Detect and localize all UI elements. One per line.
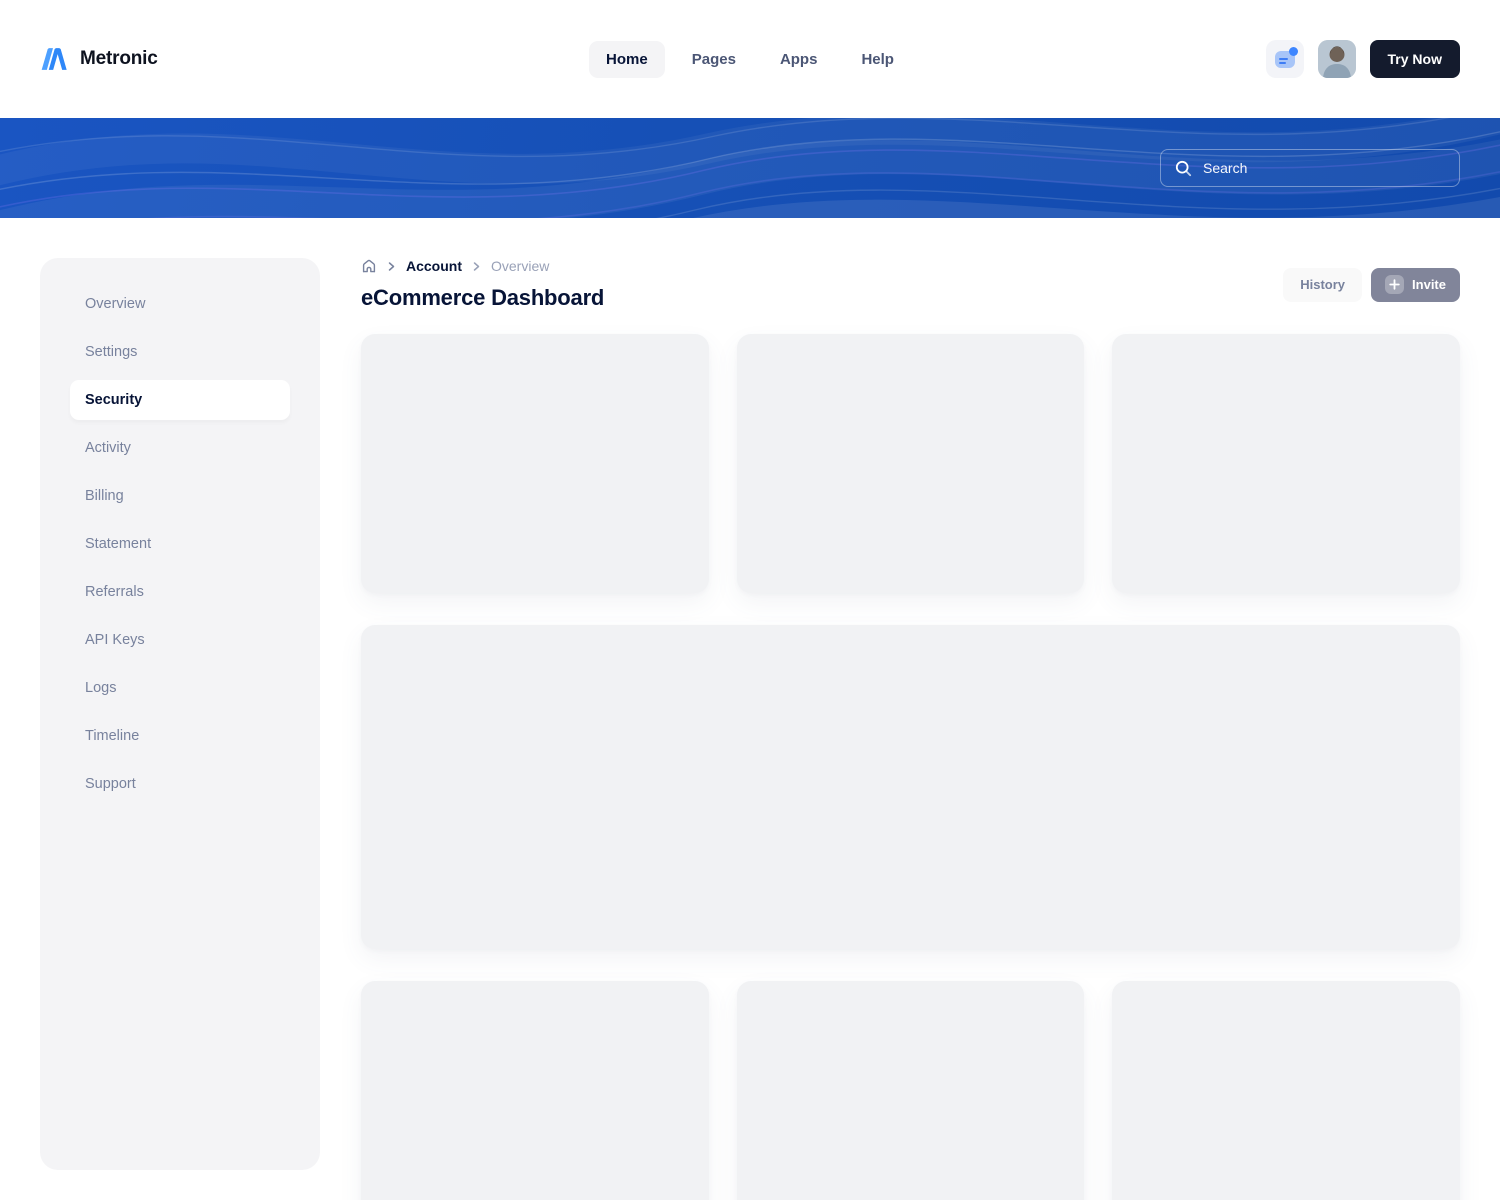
search-icon (1175, 160, 1192, 177)
breadcrumb: Account Overview (361, 258, 604, 274)
sidebar-item-billing[interactable]: Billing (70, 476, 290, 516)
avatar[interactable] (1318, 40, 1356, 78)
nav-help[interactable]: Help (844, 41, 911, 78)
main-panel: Account Overview eCommerce Dashboard His… (361, 258, 1460, 1200)
search-box[interactable] (1160, 149, 1460, 187)
invite-button[interactable]: Invite (1371, 268, 1460, 302)
header-actions: Try Now (1266, 40, 1460, 78)
search-input[interactable] (1203, 160, 1445, 176)
sidebar: Overview Settings Security Activity Bill… (40, 258, 320, 1170)
sidebar-item-timeline[interactable]: Timeline (70, 716, 290, 756)
sidebar-item-logs[interactable]: Logs (70, 668, 290, 708)
content: Overview Settings Security Activity Bill… (0, 258, 1500, 1200)
sidebar-item-overview[interactable]: Overview (70, 284, 290, 324)
placeholder-card-wide (361, 625, 1460, 949)
sidebar-item-api-keys[interactable]: API Keys (70, 620, 290, 660)
nav-apps[interactable]: Apps (763, 41, 835, 78)
placeholder-card (1112, 334, 1460, 593)
nav-home[interactable]: Home (589, 41, 665, 78)
try-now-button[interactable]: Try Now (1370, 40, 1460, 78)
placeholder-card (361, 334, 709, 593)
main-nav: Home Pages Apps Help (589, 41, 911, 78)
hero-banner (0, 118, 1500, 218)
notifications-button[interactable] (1266, 40, 1304, 78)
brand-name: Metronic (80, 48, 158, 70)
sidebar-item-activity[interactable]: Activity (70, 428, 290, 468)
sidebar-item-support[interactable]: Support (70, 764, 290, 804)
sidebar-item-statement[interactable]: Statement (70, 524, 290, 564)
page-actions: History Invite (1283, 268, 1460, 302)
nav-pages[interactable]: Pages (675, 41, 753, 78)
plus-icon (1385, 275, 1404, 294)
page-head: Account Overview eCommerce Dashboard His… (361, 258, 1460, 311)
home-icon[interactable] (361, 258, 377, 274)
breadcrumb-account[interactable]: Account (406, 258, 462, 274)
cards-row-bottom (361, 981, 1460, 1200)
chevron-right-icon (471, 261, 482, 272)
cards-row-top (361, 334, 1460, 593)
placeholder-card (1112, 981, 1460, 1200)
metronic-logo-icon (40, 47, 70, 71)
sidebar-item-security[interactable]: Security (70, 380, 290, 420)
notification-dot (1289, 47, 1298, 56)
placeholder-card (737, 981, 1085, 1200)
app-header: Metronic Home Pages Apps Help Try Now (0, 0, 1500, 118)
sidebar-item-referrals[interactable]: Referrals (70, 572, 290, 612)
page-title: eCommerce Dashboard (361, 285, 604, 311)
sidebar-item-settings[interactable]: Settings (70, 332, 290, 372)
breadcrumb-overview: Overview (491, 258, 549, 274)
invite-label: Invite (1412, 277, 1446, 292)
placeholder-card (361, 981, 709, 1200)
brand[interactable]: Metronic (40, 47, 158, 71)
placeholder-card (737, 334, 1085, 593)
history-button[interactable]: History (1283, 268, 1362, 302)
sidebar-menu: Overview Settings Security Activity Bill… (40, 284, 320, 804)
chevron-right-icon (386, 261, 397, 272)
